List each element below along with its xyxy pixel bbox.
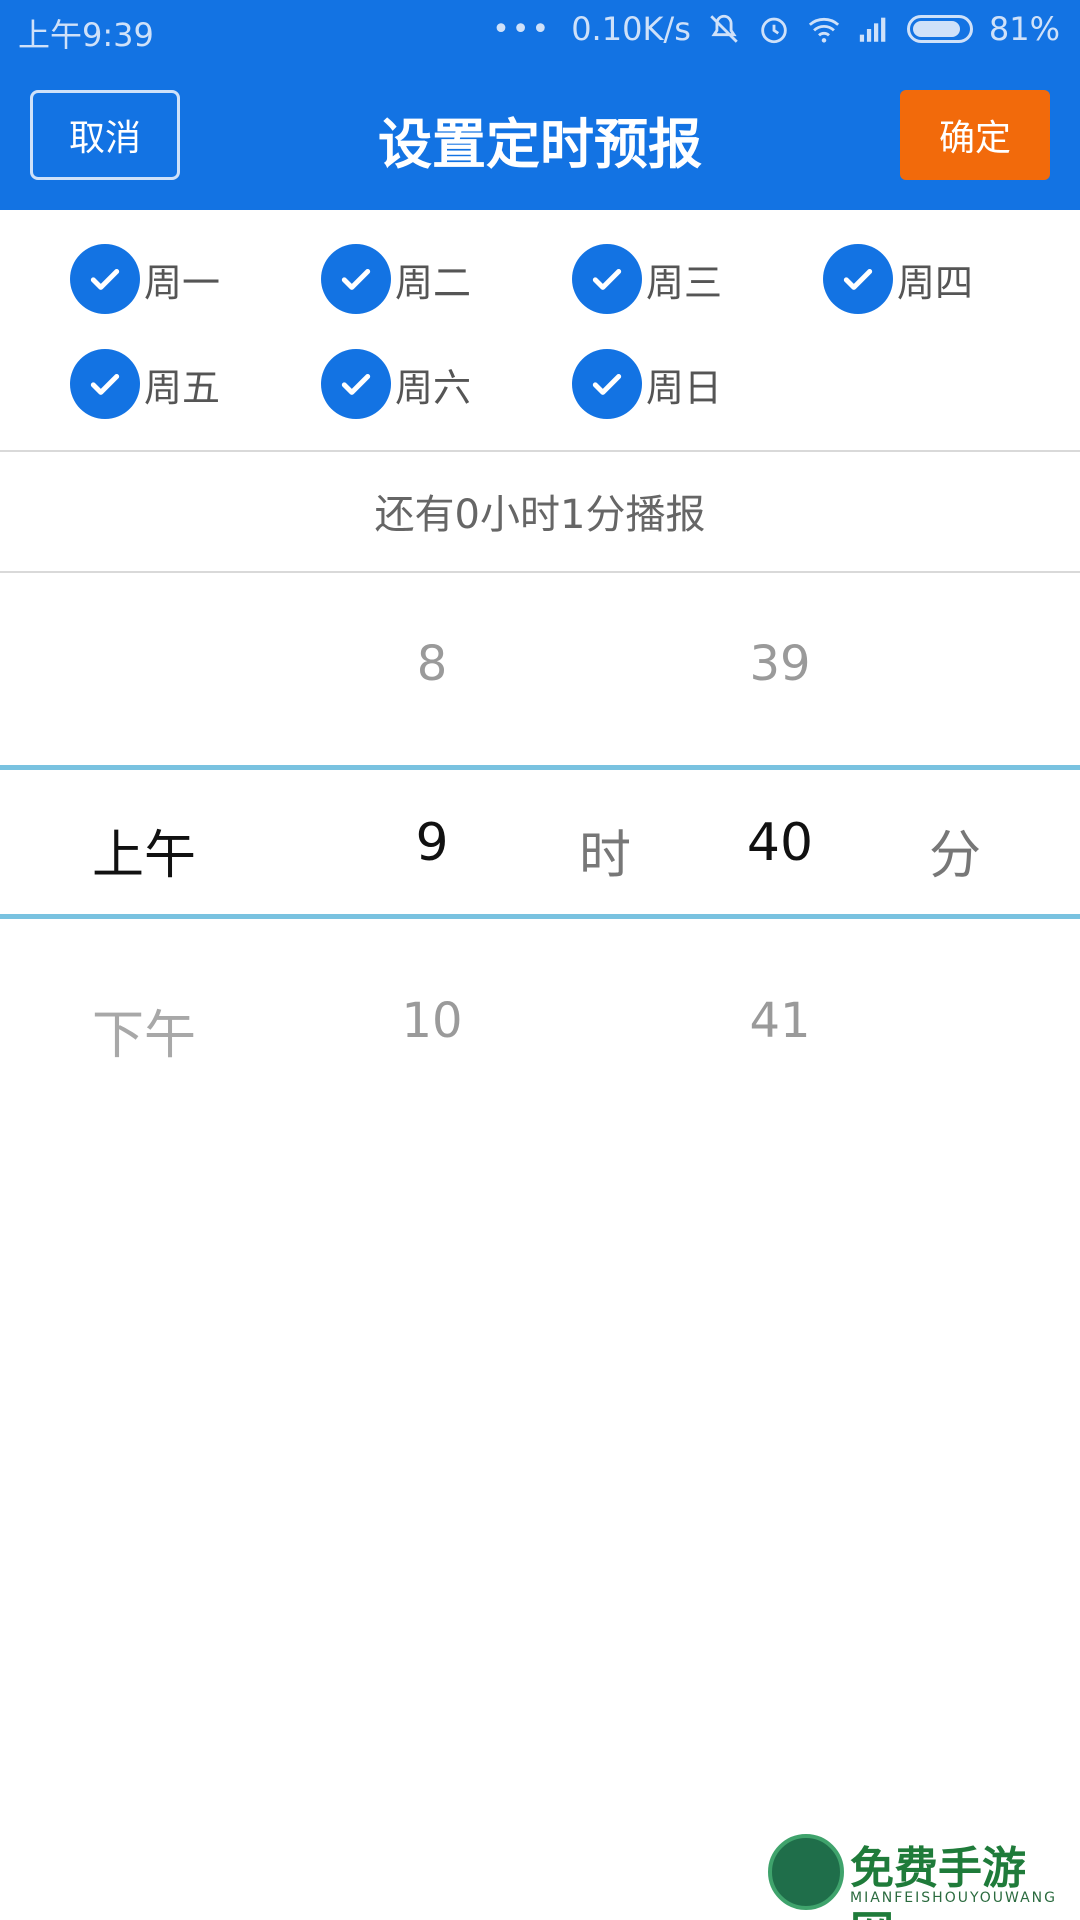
weekday-fri[interactable]: 周五 <box>70 349 220 419</box>
confirm-button[interactable]: 确定 <box>900 90 1050 180</box>
minute-selected[interactable]: 40 <box>680 813 880 873</box>
hour-prev[interactable]: 8 <box>332 636 532 692</box>
weekday-label: 周四 <box>897 260 974 305</box>
weekday-thu[interactable]: 周四 <box>823 244 973 314</box>
battery-percent: 81% <box>988 10 1060 48</box>
countdown-text: 还有0小时1分播报 <box>374 492 706 538</box>
weekday-sat[interactable]: 周六 <box>321 349 471 419</box>
picker-bottom-line <box>0 914 1080 919</box>
battery-icon <box>906 15 973 43</box>
weekday-mon[interactable]: 周一 <box>70 244 220 314</box>
top-bar: 上午9:39 ••• 0.10K/s 81% 取消 设置定时预报 确定 <box>0 0 1080 210</box>
hour-unit: 时 <box>578 826 631 886</box>
check-icon <box>572 349 642 419</box>
weekday-label: 周日 <box>646 365 723 410</box>
hour-next[interactable]: 10 <box>332 993 532 1049</box>
watermark: 免费手游网 MIANFEISHOUYOUWANG <box>768 1828 1068 1920</box>
status-time: 上午9:39 <box>18 16 154 54</box>
weekday-sun[interactable]: 周日 <box>572 349 722 419</box>
check-icon <box>321 349 391 419</box>
signal-icon <box>859 17 886 42</box>
weekday-wed[interactable]: 周三 <box>572 244 722 314</box>
hour-selected[interactable]: 9 <box>332 813 532 873</box>
weekday-label: 周一 <box>144 260 221 305</box>
more-dots-icon: ••• <box>492 11 552 47</box>
alarm-icon <box>761 17 787 44</box>
minute-unit: 分 <box>928 826 981 886</box>
check-icon <box>70 349 140 419</box>
mute-icon <box>710 14 738 43</box>
check-icon <box>321 244 391 314</box>
weekday-label: 周二 <box>395 260 472 305</box>
weekday-tue[interactable]: 周二 <box>321 244 471 314</box>
weekday-selector: 周一 周二 周三 周四 周五 周六 周日 <box>0 210 1080 450</box>
watermark-text: 免费手游网 <box>850 1843 1026 1920</box>
check-icon <box>823 244 893 314</box>
status-right: ••• 0.10K/s 81% <box>492 10 1060 48</box>
period-next[interactable]: 下午 <box>44 993 244 1068</box>
divider <box>0 571 1080 573</box>
status-bar: 上午9:39 ••• 0.10K/s 81% <box>0 0 1080 60</box>
wifi-icon <box>808 17 839 43</box>
weekday-label: 周五 <box>144 365 221 410</box>
minute-prev[interactable]: 39 <box>680 636 880 692</box>
watermark-logo-icon <box>768 1834 844 1910</box>
picker-top-line <box>0 765 1080 770</box>
check-icon <box>70 244 140 314</box>
weekday-label: 周三 <box>646 260 723 305</box>
period-selected[interactable]: 上午 <box>44 813 244 888</box>
watermark-subtext: MIANFEISHOUYOUWANG <box>850 1890 1057 1906</box>
header: 取消 设置定时预报 确定 <box>0 60 1080 210</box>
network-speed: 0.10K/s <box>571 10 691 48</box>
weekday-label: 周六 <box>395 365 472 410</box>
check-icon <box>572 244 642 314</box>
minute-next[interactable]: 41 <box>680 993 880 1049</box>
